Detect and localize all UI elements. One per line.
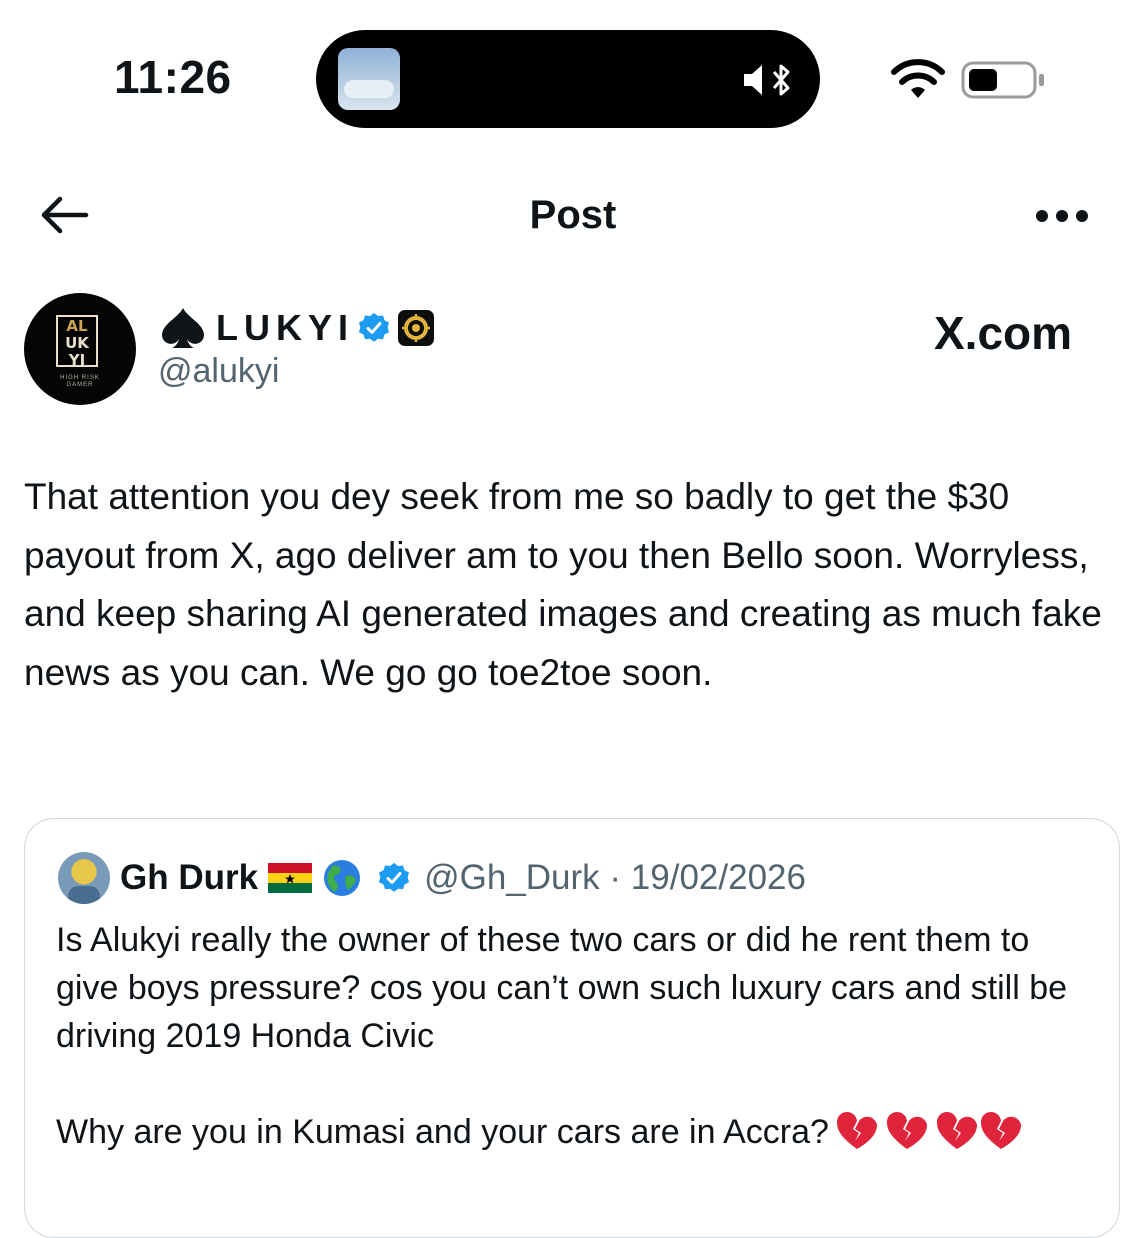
- dynamic-island[interactable]: [316, 30, 820, 128]
- quoted-display-name: Gh Durk: [120, 858, 259, 897]
- broken-heart-icon: [886, 1111, 927, 1149]
- avatar-logo: AL UK YI: [56, 315, 98, 369]
- status-time: 11:26: [114, 51, 232, 103]
- quoted-paragraph-1: Is Alukyi really the owner of these two …: [56, 921, 1068, 1055]
- verified-badge-icon: [359, 313, 389, 342]
- island-photo-thumbnail: [338, 48, 400, 110]
- wifi-icon: [891, 59, 945, 98]
- author-avatar[interactable]: AL UK YI HIGH RISK GAMER: [24, 293, 136, 405]
- quoted-post-text: Is Alukyi really the owner of these two …: [56, 916, 1096, 1156]
- spade-icon: [162, 308, 204, 348]
- xcom-watermark: X.com: [934, 307, 1073, 359]
- quoted-verified-badge-icon: [379, 863, 410, 892]
- author-handle[interactable]: @alukyi: [158, 352, 279, 391]
- quoted-author-avatar: [58, 852, 110, 904]
- affiliation-badge-icon: [398, 310, 434, 346]
- author-name-row[interactable]: LUKYI: [158, 306, 434, 350]
- avatar-tagline: HIGH RISK GAMER: [60, 375, 100, 388]
- battery-icon: [961, 61, 1044, 99]
- ghana-flag-icon: [268, 863, 313, 893]
- quoted-paragraph-2: Why are you in Kumasi and your cars are …: [56, 1108, 1096, 1156]
- more-options-icon[interactable]: [1034, 208, 1090, 224]
- broken-heart-icon: [936, 1111, 977, 1149]
- globe-americas-icon: [324, 860, 361, 896]
- silent-mode-icon: [744, 64, 790, 96]
- quoted-post-header: Gh Durk @Gh_Durk · 19/02/2026: [120, 852, 806, 904]
- author-display-name: LUKYI: [216, 307, 354, 348]
- broken-heart-icon: [980, 1111, 1021, 1149]
- quoted-date: 19/02/2026: [630, 858, 806, 897]
- quoted-handle-date: @Gh_Durk · 19/02/2026: [424, 858, 806, 897]
- broken-heart-icon: [836, 1111, 877, 1149]
- tweet-text: That attention you dey seek from me so b…: [24, 476, 1102, 693]
- page-title: Post: [529, 193, 617, 237]
- quoted-handle: @Gh_Durk: [424, 858, 600, 897]
